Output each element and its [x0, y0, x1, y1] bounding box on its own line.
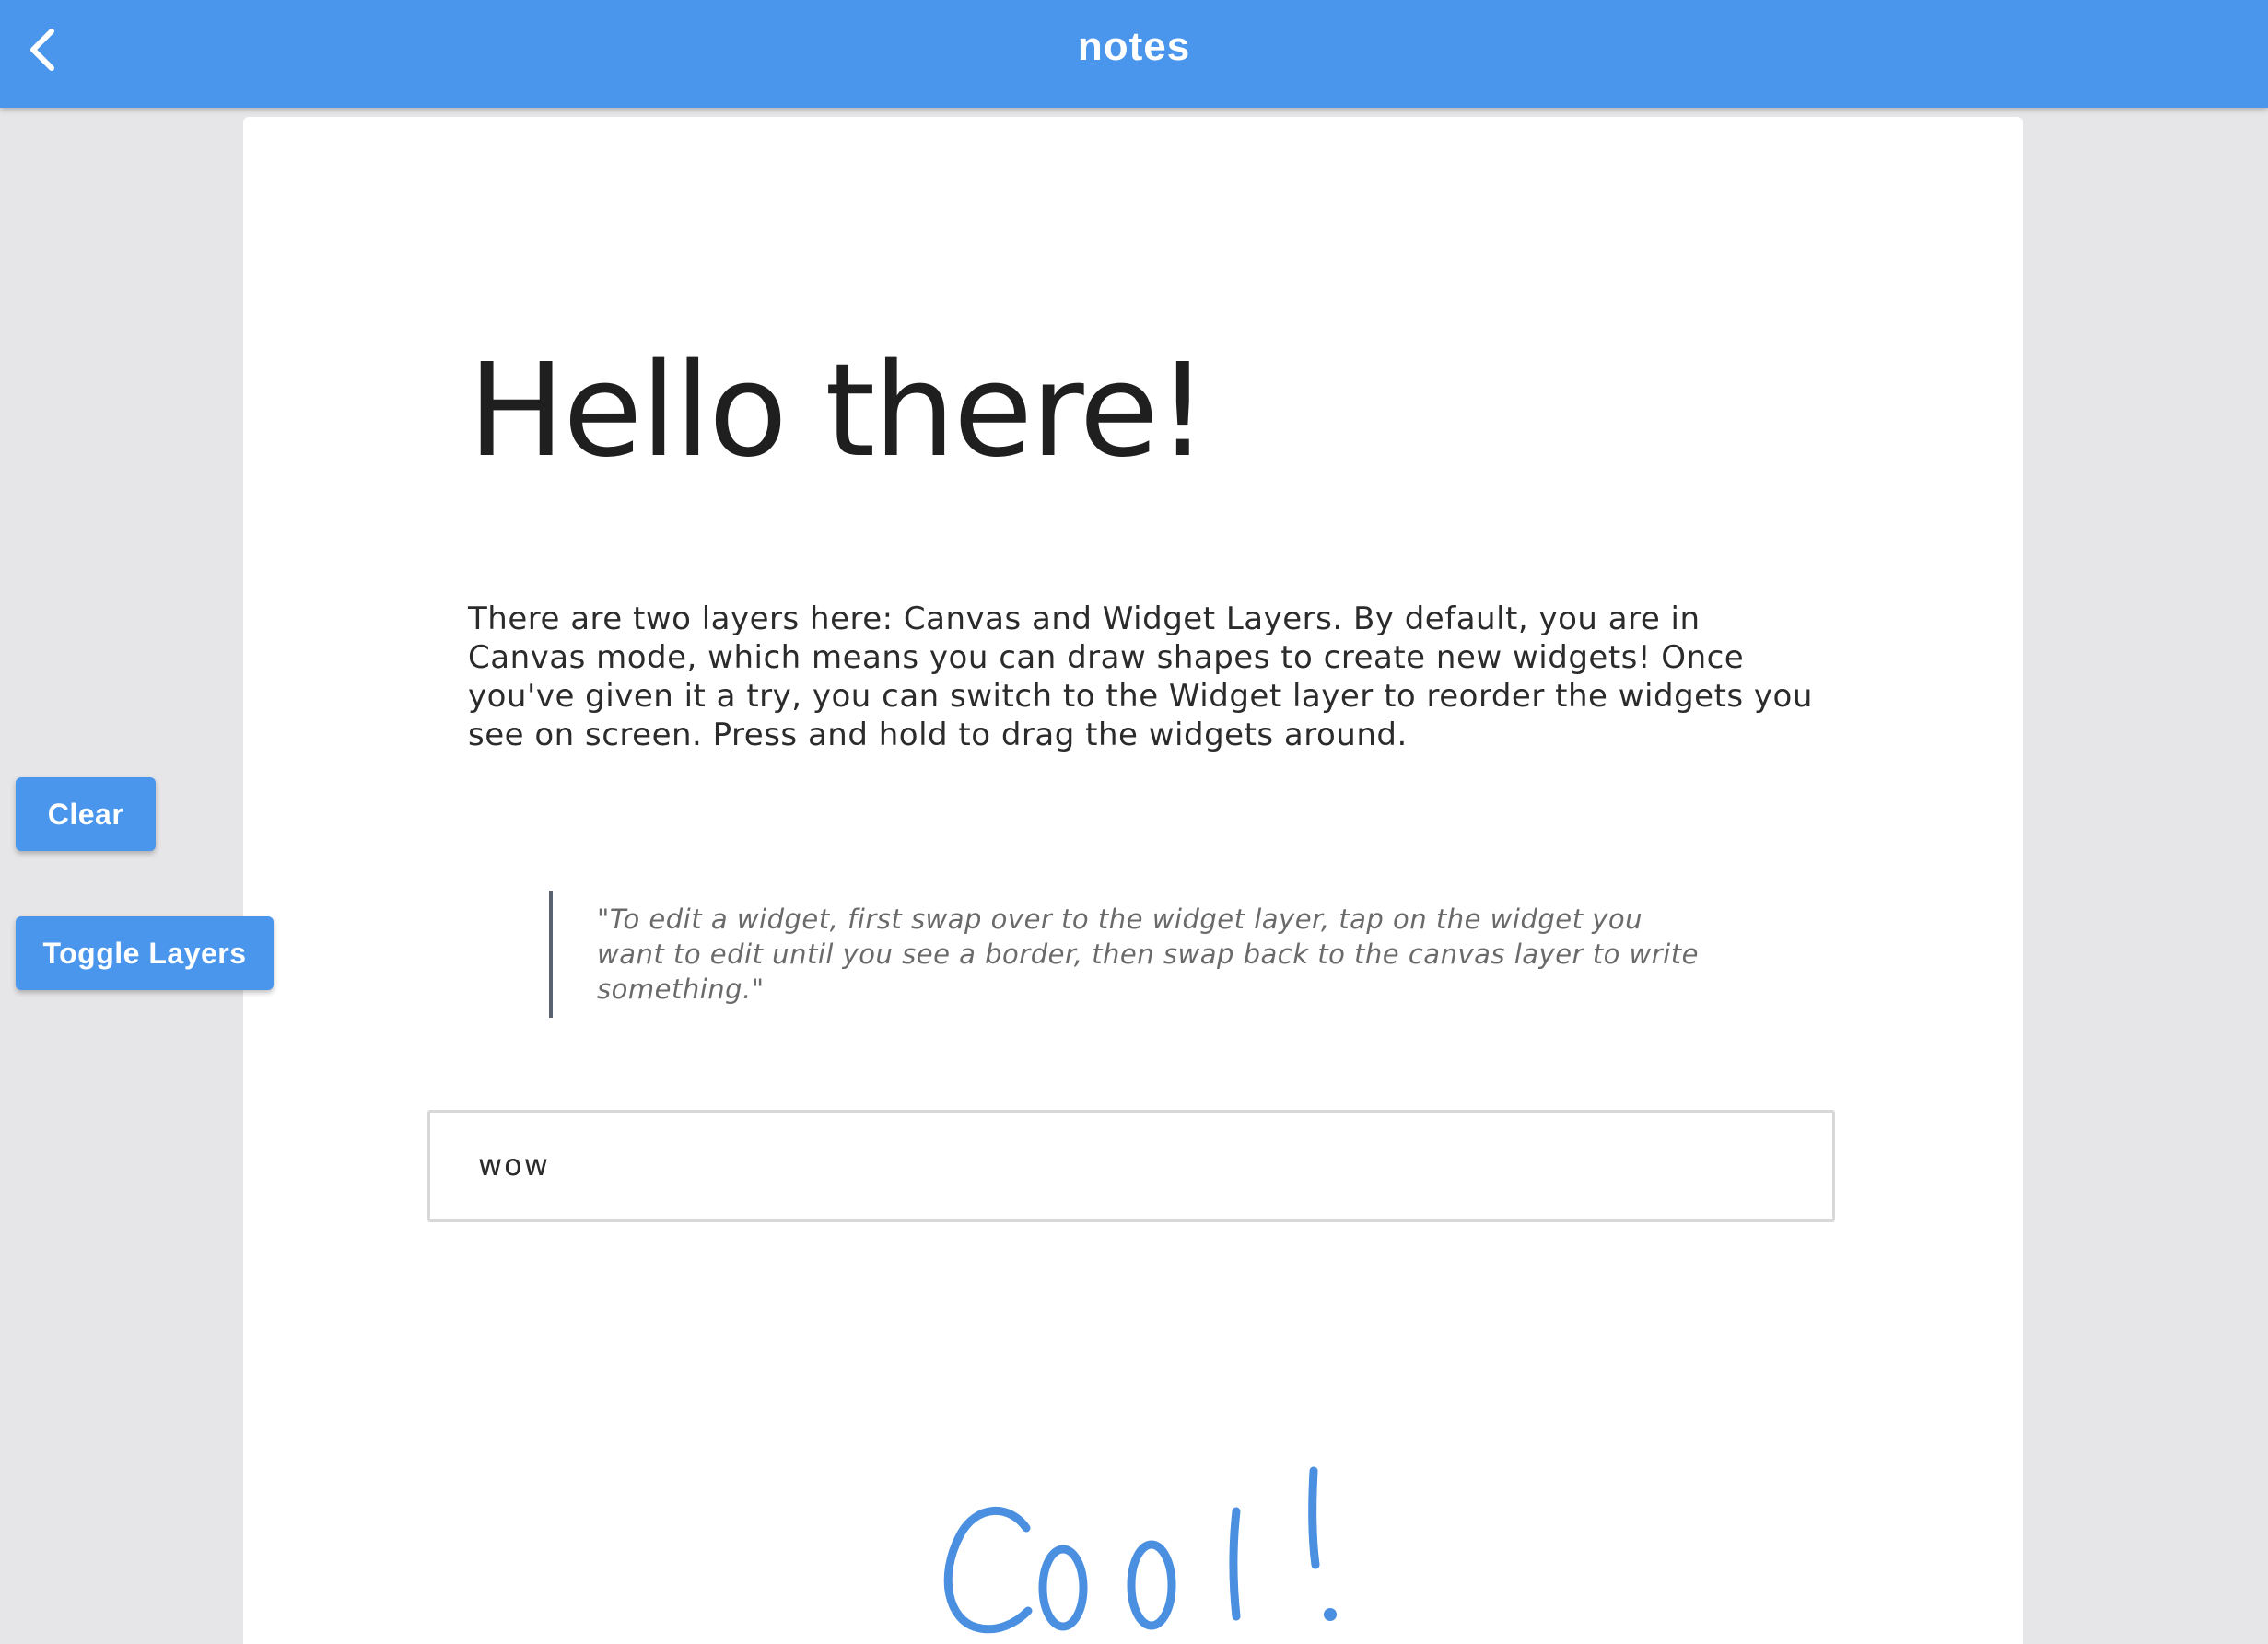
text-widget-field[interactable]: wow [427, 1110, 1835, 1222]
app-title: notes [1077, 24, 1191, 69]
note-page[interactable]: Hello there! There are two layers here: … [243, 117, 2023, 1644]
note-body-text[interactable]: There are two layers here: Canvas and Wi… [468, 600, 1813, 754]
note-heading[interactable]: Hello there! [468, 347, 1209, 476]
app-bar: notes [0, 0, 2268, 108]
toggle-layers-button[interactable]: Toggle Layers [16, 916, 274, 990]
clear-button[interactable]: Clear [16, 777, 156, 851]
note-blockquote[interactable]: "To edit a widget, first swap over to th… [549, 891, 1702, 1018]
handwritten-drawing[interactable] [906, 1323, 1570, 1637]
text-widget-value: wow [478, 1148, 550, 1183]
